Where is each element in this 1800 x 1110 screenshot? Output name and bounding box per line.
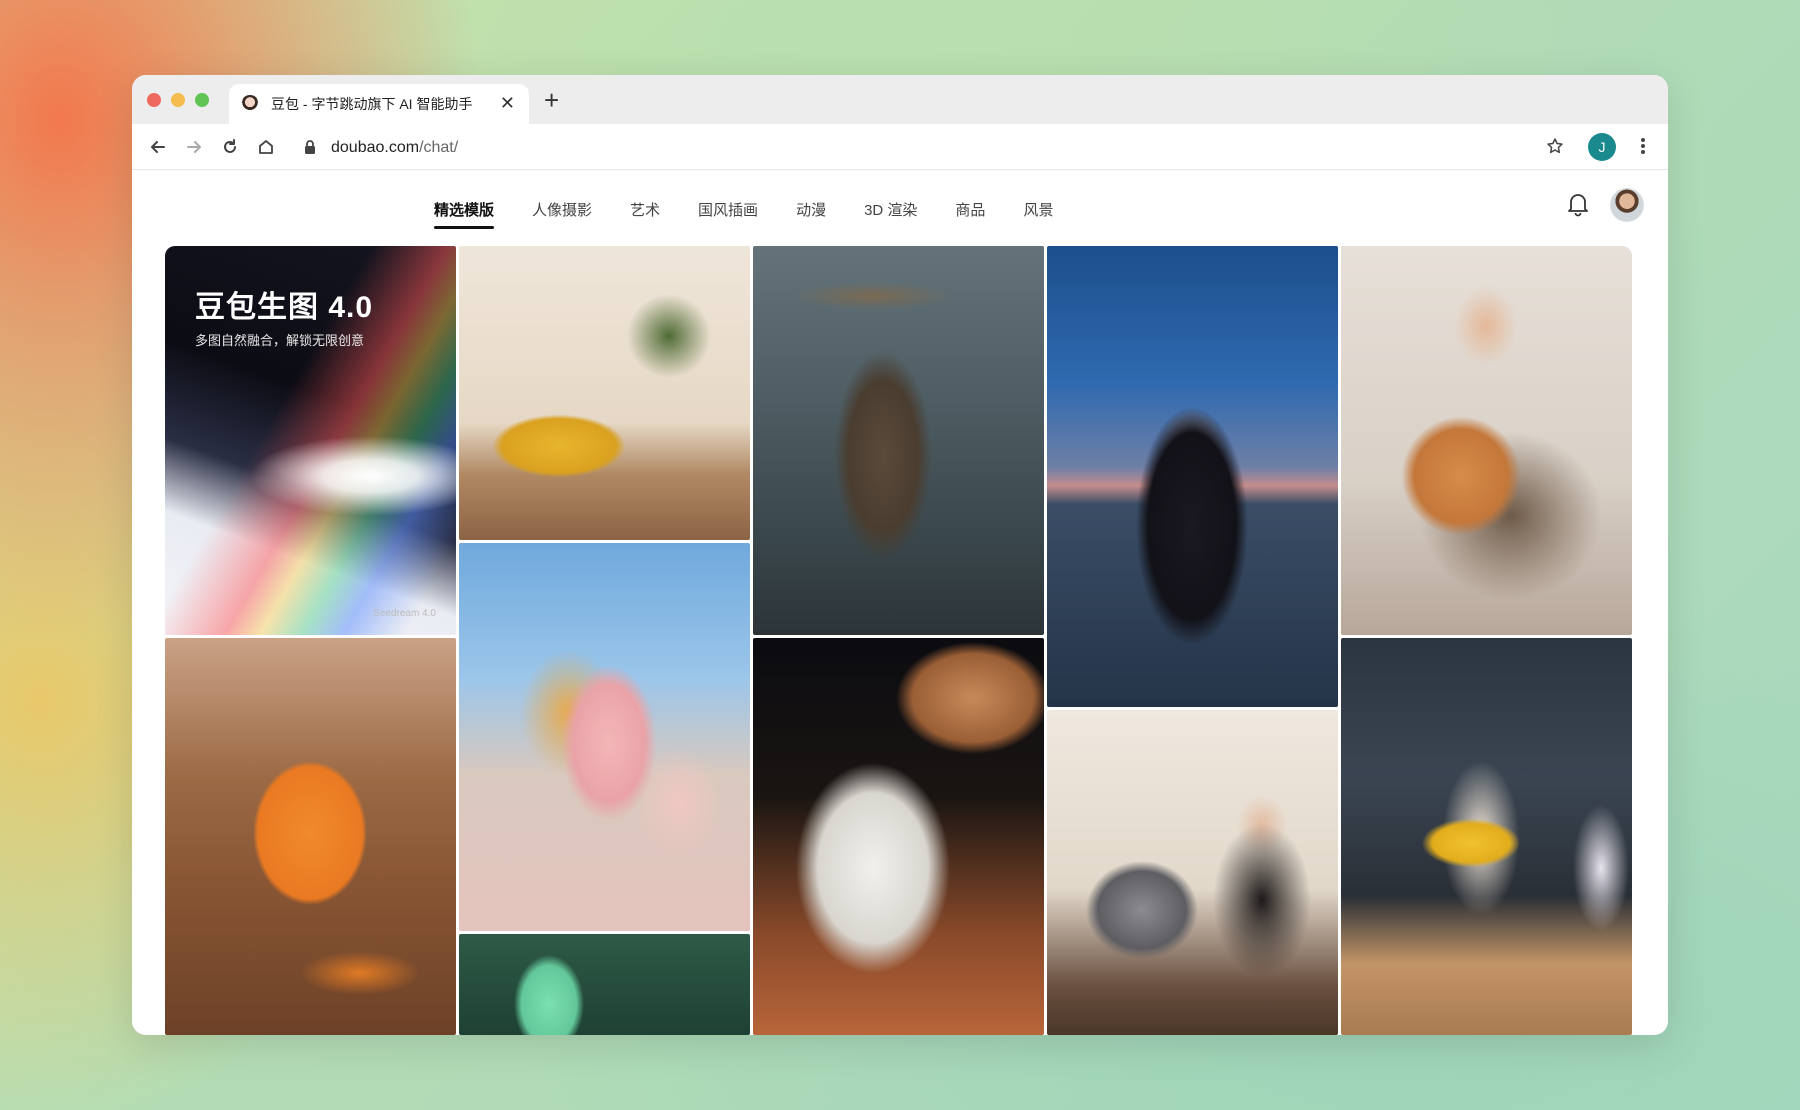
gallery-tile-woman-seagulls[interactable] [1047, 246, 1338, 707]
gallery-tile-bamboo-swordsman[interactable] [753, 246, 1044, 635]
category-tab-3d[interactable]: 3D 渲染 [864, 199, 917, 223]
gallery-tile-astronaut[interactable] [753, 638, 1044, 1035]
bell-icon[interactable] [1566, 191, 1590, 222]
category-tab-portrait[interactable]: 人像摄影 [532, 199, 592, 223]
category-tab-featured[interactable]: 精选模版 [434, 199, 495, 229]
gallery-tile-clay-cat[interactable] [165, 638, 456, 1035]
profile-button[interactable]: J [1588, 133, 1616, 161]
gallery-tile-green-door[interactable] [459, 934, 750, 1035]
category-tab-landscape[interactable]: 风景 [1023, 199, 1053, 223]
close-window-button[interactable] [147, 93, 161, 107]
browser-window: 豆包 - 字节跳动旗下 AI 智能助手 ✕ + doubao.com /chat… [132, 75, 1668, 1035]
star-icon[interactable] [1546, 137, 1564, 160]
hero-brand-label: Seedream 4.0 [373, 608, 436, 619]
tab-bar: 豆包 - 字节跳动旗下 AI 智能助手 ✕ + [132, 75, 1668, 124]
template-gallery: 豆包生图 4.0 多图自然融合，解锁无限创意 Seedream 4.0 [165, 246, 1635, 1035]
hero-title: 豆包生图 4.0 [195, 291, 374, 324]
lock-icon[interactable] [304, 140, 316, 159]
gallery-tile-figure-render[interactable] [1341, 638, 1632, 1035]
category-tab-product[interactable]: 商品 [955, 199, 985, 223]
page-content: 精选模版 人像摄影 艺术 国风插画 动漫 3D 渲染 商品 风景 豆包生图 4.… [132, 171, 1668, 1035]
gallery-tile-seedream-banner[interactable]: 豆包生图 4.0 多图自然融合，解锁无限创意 Seedream 4.0 [165, 246, 456, 635]
home-icon[interactable] [254, 135, 278, 159]
tab-title: 豆包 - 字节跳动旗下 AI 智能助手 [271, 96, 473, 112]
arrow-right-icon[interactable] [182, 135, 206, 159]
maximize-window-button[interactable] [195, 93, 209, 107]
gallery-tile-pastel-stairs[interactable] [459, 543, 750, 931]
url-path: /chat/ [419, 139, 459, 156]
new-tab-button[interactable]: + [544, 87, 559, 113]
hero-subtitle: 多图自然融合，解锁无限创意 [195, 333, 365, 348]
browser-toolbar: doubao.com /chat/ J [132, 124, 1668, 170]
category-tab-anime[interactable]: 动漫 [796, 199, 826, 223]
gallery-tile-living-room-cat[interactable] [459, 246, 750, 540]
reload-icon[interactable] [218, 135, 242, 159]
address-bar[interactable]: doubao.com /chat/ [331, 137, 458, 159]
kebab-menu-icon[interactable] [1640, 136, 1646, 161]
close-tab-icon[interactable]: ✕ [500, 94, 515, 112]
minimize-window-button[interactable] [171, 93, 185, 107]
doubao-favicon-icon [241, 95, 259, 113]
category-tab-art[interactable]: 艺术 [630, 199, 660, 223]
category-nav: 精选模版 人像摄影 艺术 国风插画 动漫 3D 渲染 商品 风景 [434, 199, 1091, 229]
arrow-left-icon[interactable] [146, 135, 170, 159]
gallery-tile-man-with-cat[interactable] [1341, 246, 1632, 635]
user-avatar[interactable] [1610, 188, 1644, 222]
browser-tab[interactable]: 豆包 - 字节跳动旗下 AI 智能助手 ✕ [229, 84, 529, 124]
url-host: doubao.com [331, 139, 420, 156]
gallery-tile-woman-with-dog[interactable] [1047, 710, 1338, 1035]
category-tab-guofeng[interactable]: 国风插画 [698, 199, 758, 223]
